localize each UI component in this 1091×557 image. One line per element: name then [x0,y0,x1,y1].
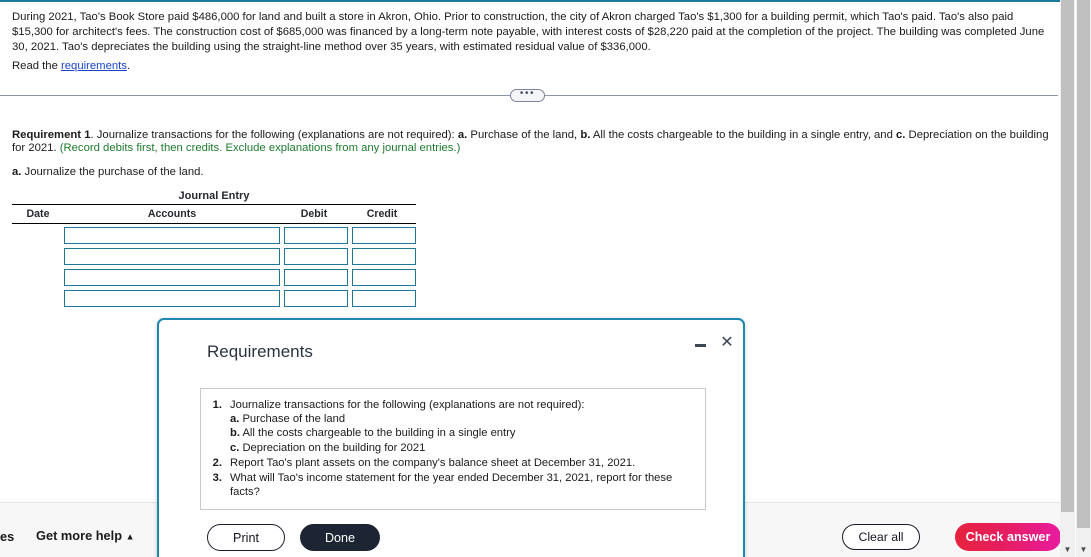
requirement-text: Report Tao's plant assets on the company… [230,456,636,469]
column-header-accounts: Accounts [147,208,197,220]
check-answer-button[interactable]: Check answer [955,523,1061,551]
minimize-icon[interactable] [689,334,711,356]
print-button[interactable]: Print [207,524,285,551]
requirement-text: What will Tao's income statement for the… [230,472,673,499]
table-row [12,269,416,286]
sub-c-text: Depreciation on the building for 2021 [239,441,426,454]
journal-entry-title: Journal Entry [178,190,250,202]
outer-scrollbar-track[interactable] [1076,0,1091,543]
inner-scroll-down-arrow-icon[interactable]: ▼ [1060,543,1075,557]
requirements-link[interactable]: requirements [61,60,127,72]
read-requirements-line: Read the requirements. [12,60,130,72]
requirement-sub-c: c. Depreciation on the building for 2021 [230,441,695,455]
sub-b-text: All the costs chargeable to the building… [239,427,516,440]
debit-input-row-4[interactable] [284,290,348,307]
requirements-list: 1. Journalize transactions for the follo… [200,388,706,511]
sub-requirement-a: a. Journalize the purchase of the land. [12,166,204,178]
sub-c-label: c. [230,441,240,454]
requirement-number: 2. [212,456,222,469]
list-item: 2. Report Tao's plant assets on the comp… [209,456,695,470]
splitter-handle[interactable]: ••• [510,88,545,102]
requirement-part-c-bold: c. [896,129,906,141]
app-root: During 2021, Tao's Book Store paid $486,… [0,0,1091,557]
dialog-title: Requirements [207,342,313,361]
accounts-input-row-3[interactable] [64,269,280,286]
accounts-input-row-2[interactable] [64,248,280,265]
debit-input-row-2[interactable] [284,248,348,265]
sub-a-text: Purchase of the land [239,413,346,426]
journal-header-row: Date Accounts Debit Credit [12,205,416,223]
requirement-part-b: All the costs chargeable to the building… [590,129,896,141]
close-icon[interactable]: ✕ [716,332,738,354]
get-more-help-button[interactable]: Get more help ▲ [36,528,135,543]
column-header-date: Date [26,208,50,220]
table-row [12,290,416,307]
clear-all-button[interactable]: Clear all [842,524,920,550]
sub-b-label: b. [230,427,240,440]
journal-rows [12,224,416,307]
credit-input-row-2[interactable] [352,248,416,265]
outer-scrollbar-thumb[interactable] [1077,0,1090,528]
accounts-input-row-4[interactable] [64,290,280,307]
requirements-dialog: Requirements ✕ 1. Journalize transaction… [157,318,745,557]
requirement-sub-a: a. Purchase of the land [230,412,695,426]
done-button[interactable]: Done [300,524,380,551]
list-item: 1. Journalize transactions for the follo… [209,398,695,455]
problem-statement: During 2021, Tao's Book Store paid $486,… [12,10,1052,54]
requirement-hint: (Record debits first, then credits. Excl… [59,141,461,154]
requirement-number: 1. [212,399,222,411]
requirement-text: Journalize transactions for the followin… [230,398,695,455]
accounts-input-row-1[interactable] [64,227,280,244]
get-more-help-label: Get more help [36,528,123,543]
cell-date [12,290,64,307]
requirement-part-a: Purchase of the land, [467,129,581,141]
table-row [12,227,416,244]
chevron-up-icon: ▲ [125,531,135,542]
requirement-number: 3. [212,472,222,485]
debit-input-row-1[interactable] [284,227,348,244]
credit-input-row-1[interactable] [352,227,416,244]
requirement-main-text: Journalize transactions for the followin… [230,399,585,411]
requirement-main: . Journalize transactions for the follow… [90,129,458,141]
journal-entry-table: Journal Entry Date Accounts Debit Credit [12,190,416,311]
debit-input-row-3[interactable] [284,269,348,286]
requirement-part-a-bold: a. [457,129,468,141]
outer-scroll-down-arrow-icon[interactable]: ▼ [1076,543,1091,557]
cell-date [12,269,64,286]
credit-input-row-4[interactable] [352,290,416,307]
sub-requirement-a-bold: a. [12,166,22,178]
requirement-1-block: Requirement 1. Journalize transactions f… [12,129,1054,154]
read-suffix: . [126,60,131,72]
column-header-credit: Credit [366,208,398,220]
sub-requirement-a-text: Journalize the purchase of the land. [21,166,204,178]
truncated-footer-text: es [0,529,15,544]
cell-date [12,248,64,265]
table-row [12,248,416,265]
cell-date [12,227,64,244]
requirement-part-b-bold: b. [580,129,591,141]
inner-scrollbar-thumb[interactable] [1061,0,1074,512]
column-header-debit: Debit [300,208,328,220]
read-prefix: Read the [12,60,61,72]
credit-input-row-3[interactable] [352,269,416,286]
requirement-label: Requirement 1 [12,129,91,141]
sub-a-label: a. [230,413,240,426]
requirement-sub-b: b. All the costs chargeable to the build… [230,426,695,440]
problem-paragraph: During 2021, Tao's Book Store paid $486,… [12,11,1045,53]
inner-scrollbar-track[interactable] [1060,0,1075,543]
list-item: 3. What will Tao's income statement for … [209,471,695,499]
